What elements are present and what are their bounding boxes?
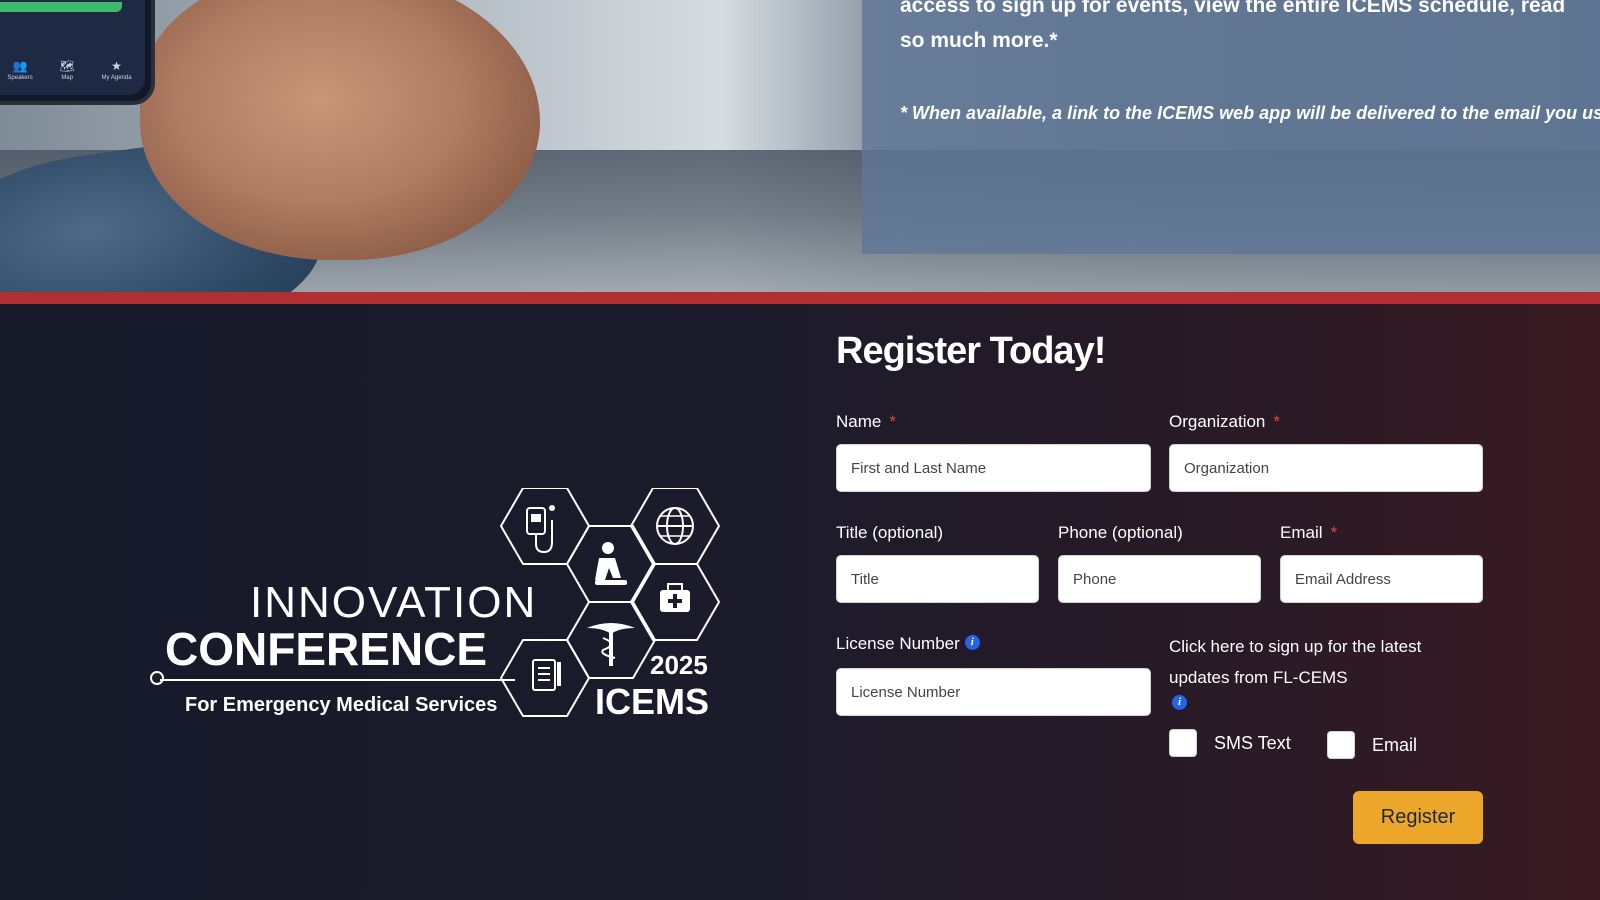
email-label-text: Email xyxy=(1280,523,1323,542)
required-asterisk: * xyxy=(1330,523,1338,542)
organization-label: Organization * xyxy=(1169,412,1280,432)
email-option-label: Email xyxy=(1372,735,1418,755)
hero-phone: 👥 Speakers 🗺 Map ★ My Agenda xyxy=(0,0,155,105)
people-icon: 👥 xyxy=(12,59,28,73)
hero-hand xyxy=(140,0,540,260)
required-asterisk: * xyxy=(889,412,896,431)
organization-input[interactable] xyxy=(1169,444,1483,492)
logo-line-dot xyxy=(150,671,164,685)
sms-label: SMS Text xyxy=(1214,733,1291,753)
name-input[interactable] xyxy=(836,444,1151,492)
hero-info-line: access to sign up for events, view the e… xyxy=(900,0,1566,17)
phone-nav-label: Speakers xyxy=(7,75,33,81)
license-label: License Number i xyxy=(836,634,980,654)
logo-acronym: ICEMS xyxy=(595,681,710,722)
phone-nav: 👥 Speakers 🗺 Map ★ My Agenda xyxy=(0,60,145,81)
email-input[interactable] xyxy=(1280,555,1483,603)
logo-year: 2025 xyxy=(650,650,708,680)
name-label: Name * xyxy=(836,412,896,432)
red-divider xyxy=(0,292,1600,304)
phone-nav-label: Map xyxy=(61,75,73,81)
license-input[interactable] xyxy=(836,668,1151,716)
organization-label-text: Organization xyxy=(1169,412,1266,431)
hero-info-text: access to sign up for events, view the e… xyxy=(900,0,1600,58)
license-label-text: License Number xyxy=(836,634,960,653)
email-label: Email * xyxy=(1280,523,1337,543)
required-asterisk: * xyxy=(1273,412,1281,431)
hero-footnote: * When available, a link to the ICEMS we… xyxy=(900,103,1600,123)
star-icon: ★ xyxy=(111,59,122,73)
logo-innovation: INNOVATION xyxy=(250,578,538,627)
info-icon[interactable]: i xyxy=(964,635,980,650)
hero-banner: 👥 Speakers 🗺 Map ★ My Agenda access to s… xyxy=(0,0,1600,292)
phone-nav-speakers: 👥 Speakers xyxy=(7,60,32,81)
register-button[interactable]: Register xyxy=(1353,791,1483,844)
signup-prompt: Click here to sign up for the latest upd… xyxy=(1169,631,1479,693)
phone-nav-agenda: ★ My Agenda xyxy=(102,60,132,81)
info-icon[interactable]: i xyxy=(1172,695,1187,710)
phone-nav-map: 🗺 Map xyxy=(60,60,75,81)
form-title: Register Today! xyxy=(836,330,1106,372)
title-label: Title (optional) xyxy=(836,523,944,542)
map-icon: 🗺 xyxy=(59,59,75,73)
name-label-text: Name xyxy=(836,412,882,431)
hero-info-line: so much more.* xyxy=(900,29,1058,52)
phone-nav-label: My Agenda xyxy=(101,75,132,81)
conference-logo: INNOVATION CONFERENCE For Emergency Medi… xyxy=(150,488,730,728)
phone-input[interactable] xyxy=(1058,555,1261,603)
logo-line xyxy=(160,679,515,681)
logo-subtitle: For Emergency Medical Services xyxy=(185,694,498,716)
phone-label: Phone (optional) xyxy=(1058,523,1183,542)
phone-screen: 👥 Speakers 🗺 Map ★ My Agenda xyxy=(0,0,145,95)
hero-info-panel: access to sign up for events, view the e… xyxy=(862,0,1600,254)
sms-checkbox[interactable] xyxy=(1169,729,1197,757)
logo-conference: CONFERENCE xyxy=(165,623,488,675)
phone-green-bar xyxy=(0,2,122,12)
signup-prompt-text: Click here to sign up for the latest upd… xyxy=(1169,637,1422,687)
email-checkbox[interactable] xyxy=(1327,731,1355,759)
title-input[interactable] xyxy=(836,555,1039,603)
